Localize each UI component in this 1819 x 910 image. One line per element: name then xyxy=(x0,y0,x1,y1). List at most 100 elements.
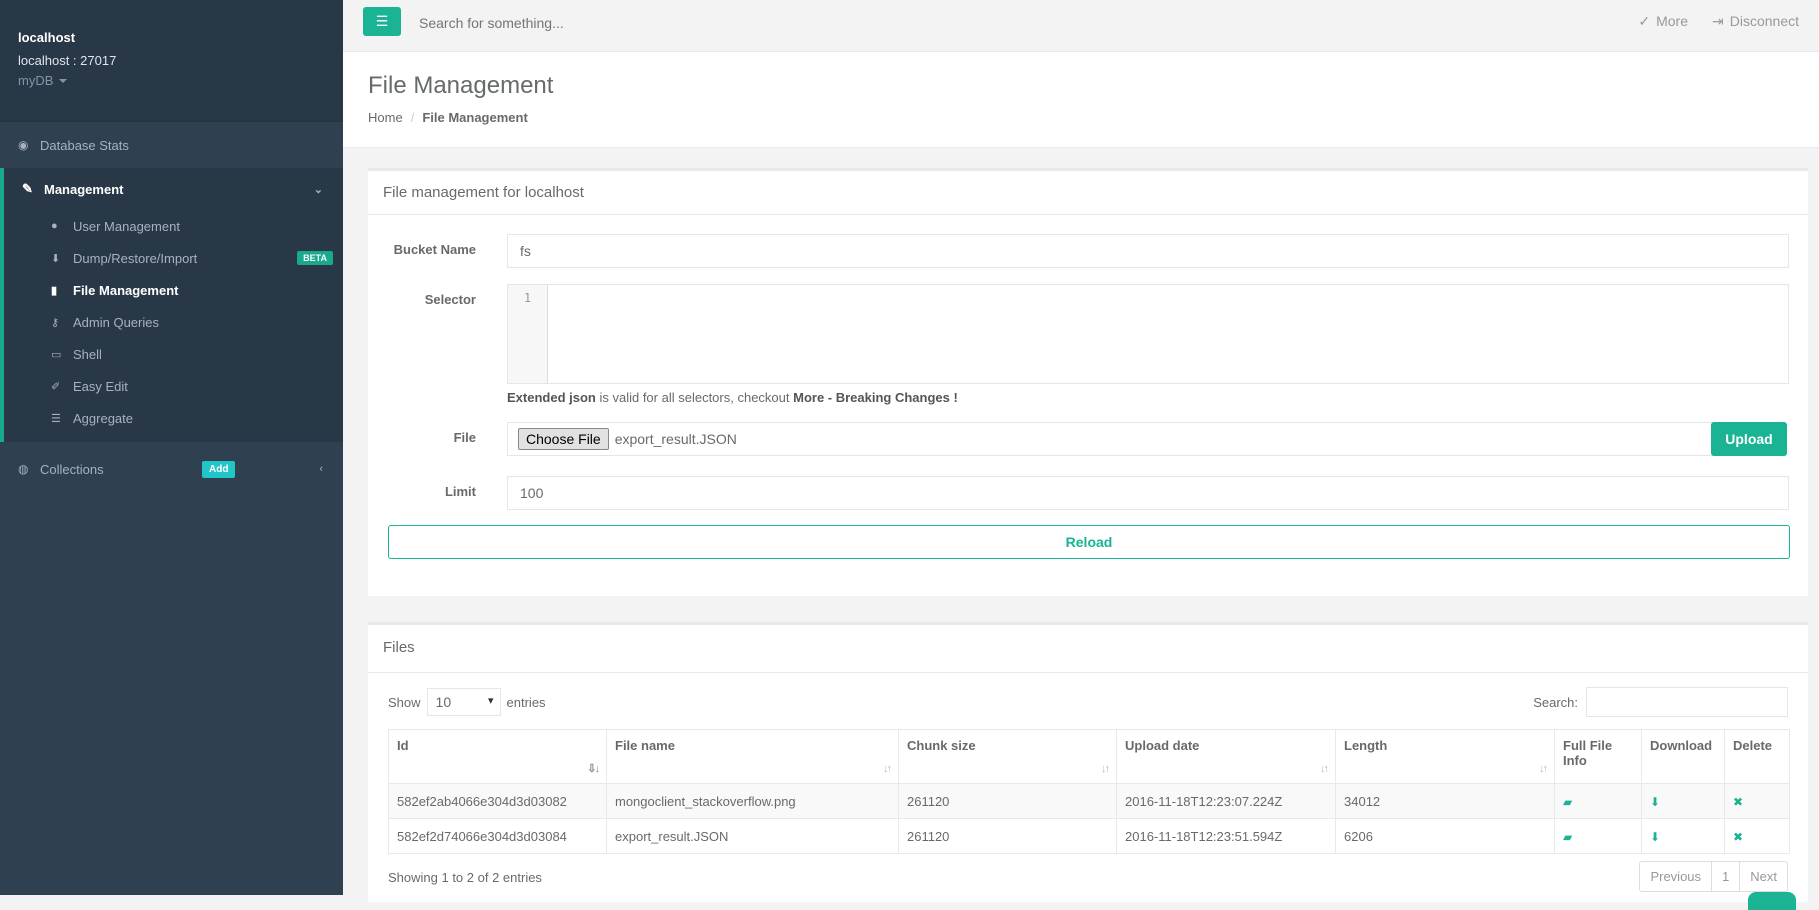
hamburger-icon: ☰ xyxy=(375,13,389,29)
sort-asc-icon: ⇩↓ xyxy=(587,763,600,775)
column-header-id[interactable]: Id ⇩↓ xyxy=(388,729,607,784)
column-header-upload-date[interactable]: Upload date ↓↑ xyxy=(1116,729,1336,784)
sidebar-item-user-management[interactable]: ● User Management xyxy=(4,210,343,242)
sidebar-item-label: File Management xyxy=(73,282,179,298)
sidebar-item-label: Admin Queries xyxy=(73,314,159,330)
cell-download: ⬇ xyxy=(1641,783,1725,819)
entries-length: Show 10 entries xyxy=(388,688,546,716)
sidebar-item-dump-restore-import[interactable]: ⬇ Dump/Restore/Import BETA xyxy=(4,242,343,274)
cell-length: 34012 xyxy=(1335,783,1555,819)
add-collection-badge[interactable]: Add xyxy=(202,460,236,478)
top-navbar: ☰ ✓ More ⇥ Disconnect xyxy=(343,0,1819,52)
breadcrumb-home[interactable]: Home xyxy=(368,110,403,125)
search-input[interactable] xyxy=(417,12,917,34)
chevron-down-icon: ⌄ xyxy=(313,183,323,196)
sidebar-item-label: Collections xyxy=(40,461,104,477)
file-input[interactable]: Choose File export_result.JSON xyxy=(507,422,1715,456)
cell-full-info: ▰ xyxy=(1554,818,1642,854)
download-icon[interactable]: ⬇ xyxy=(1650,830,1660,844)
more-link[interactable]: ✓ More xyxy=(1638,13,1688,30)
edit-icon: ✐ xyxy=(51,380,61,393)
disconnect-link[interactable]: ⇥ Disconnect xyxy=(1712,13,1799,30)
sort-icon: ↓↑ xyxy=(883,763,892,775)
column-header-length[interactable]: Length ↓↑ xyxy=(1335,729,1555,784)
limit-input[interactable]: 100 xyxy=(507,476,1789,510)
table-search: Search: xyxy=(1533,687,1788,717)
column-header-full-file-info: Full File Info xyxy=(1554,729,1642,784)
pagination-next[interactable]: Next xyxy=(1740,862,1787,891)
selector-label: Selector xyxy=(424,292,476,307)
file-icon: ▮ xyxy=(51,284,58,297)
sidebar-item-file-management[interactable]: ▮ File Management xyxy=(4,274,343,306)
sidebar-item-database-stats[interactable]: ◉ Database Stats xyxy=(0,122,343,168)
bucket-name-input[interactable]: fs xyxy=(507,234,1789,268)
table-row: 582ef2d74066e304d3d03084 export_result.J… xyxy=(388,818,1790,854)
files-panel: Files Show 10 entries Search: Id ⇩↓ File … xyxy=(368,622,1808,910)
cell-upload-date: 2016-11-18T12:23:51.594Z xyxy=(1116,818,1336,854)
eye-icon: ◉ xyxy=(18,138,29,152)
hint-breaking-changes-link[interactable]: More - Breaking Changes ! xyxy=(793,390,958,405)
sidebar-item-admin-queries[interactable]: ⚷ Admin Queries xyxy=(4,306,343,338)
book-icon[interactable]: ▰ xyxy=(1563,795,1572,809)
chevron-left-icon: ‹ xyxy=(319,463,323,475)
dashboard-icon: ◍ xyxy=(18,462,29,476)
host-port: localhost : 27017 xyxy=(18,53,117,68)
entries-select[interactable]: 10 xyxy=(426,688,501,716)
page-title: File Management xyxy=(368,72,554,99)
download-icon[interactable]: ⬇ xyxy=(1650,795,1660,809)
breadcrumb-separator: / xyxy=(410,110,415,125)
column-header-label: File name xyxy=(615,738,675,753)
sidebar-item-easy-edit[interactable]: ✐ Easy Edit xyxy=(4,370,343,402)
panel-title: File management for localhost xyxy=(368,171,1808,215)
sign-out-icon: ⇥ xyxy=(1712,13,1724,29)
sidebar-item-collections[interactable]: ◍ Collections Add ‹ xyxy=(0,446,343,492)
pagination-page[interactable]: 1 xyxy=(1712,862,1741,891)
sidebar-item-label: Management xyxy=(44,181,124,197)
choose-file-button[interactable]: Choose File xyxy=(518,428,609,450)
disconnect-label: Disconnect xyxy=(1729,13,1799,29)
sidebar-item-label: User Management xyxy=(73,218,180,234)
column-header-label: Chunk size xyxy=(907,738,976,753)
check-circle-icon: ✓ xyxy=(1638,13,1651,29)
column-header-label: Upload date xyxy=(1125,738,1200,753)
cell-delete: ✖ xyxy=(1724,818,1790,854)
db-dropdown[interactable]: myDB xyxy=(18,73,325,88)
cell-delete: ✖ xyxy=(1724,783,1790,819)
page-heading: File Management Home / File Management xyxy=(343,52,1819,148)
wrench-icon: ✎ xyxy=(22,181,33,196)
show-label: Show xyxy=(388,694,421,710)
sidebar-item-label: Aggregate xyxy=(73,410,133,426)
beta-badge: BETA xyxy=(297,251,333,265)
search-label: Search: xyxy=(1533,694,1578,710)
column-header-delete: Delete xyxy=(1724,729,1790,784)
profile-header: localhost localhost : 27017 myDB xyxy=(0,0,343,122)
download-icon: ⬇ xyxy=(51,252,61,265)
cell-download: ⬇ xyxy=(1641,818,1725,854)
sidebar-item-label: Easy Edit xyxy=(73,378,128,394)
hint-extended-json: Extended json xyxy=(507,390,596,405)
menu-toggle-button[interactable]: ☰ xyxy=(363,7,401,36)
pagination-previous[interactable]: Previous xyxy=(1640,862,1713,891)
cell-chunk-size: 261120 xyxy=(898,783,1117,819)
column-header-chunk-size[interactable]: Chunk size ↓↑ xyxy=(898,729,1117,784)
delete-icon[interactable]: ✖ xyxy=(1733,795,1743,809)
line-number: 1 xyxy=(508,285,548,383)
sidebar-item-management[interactable]: ✎ Management ⌄ xyxy=(4,168,343,210)
sidebar-item-shell[interactable]: ▭ Shell xyxy=(4,338,343,370)
file-management-panel: File management for localhost Bucket Nam… xyxy=(368,168,1808,596)
cell-id: 582ef2ab4066e304d3d03082 xyxy=(388,783,607,819)
column-header-file-name[interactable]: File name ↓↑ xyxy=(606,729,899,784)
pagination: Previous 1 Next xyxy=(1639,861,1788,892)
delete-icon[interactable]: ✖ xyxy=(1733,830,1743,844)
cell-upload-date: 2016-11-18T12:23:07.224Z xyxy=(1116,783,1336,819)
selector-editor[interactable]: 1 xyxy=(507,284,1789,384)
host-title: localhost xyxy=(18,30,76,45)
book-icon[interactable]: ▰ xyxy=(1563,830,1572,844)
reload-button[interactable]: Reload xyxy=(388,525,1790,559)
sidebar-item-aggregate[interactable]: ☰ Aggregate xyxy=(4,402,343,434)
upload-button[interactable]: Upload xyxy=(1711,422,1787,456)
table-header-row: Id ⇩↓ File name ↓↑ Chunk size ↓↑ Upload dat… xyxy=(388,729,1790,784)
sidebar: localhost localhost : 27017 myDB ◉ Datab… xyxy=(0,0,343,895)
sort-icon: ↓↑ xyxy=(1320,763,1329,775)
table-search-input[interactable] xyxy=(1586,687,1788,717)
